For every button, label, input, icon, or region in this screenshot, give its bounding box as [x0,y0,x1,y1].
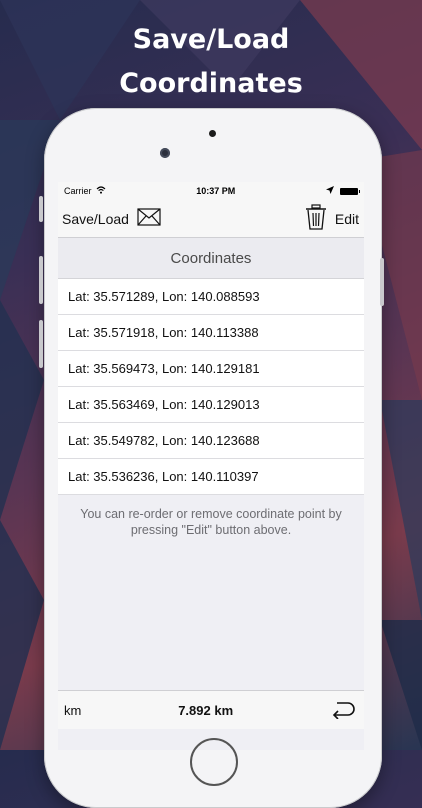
app-screen: Carrier 10:37 PM Save/Load Edit Coordina… [58,182,364,750]
coordinates-section-title: Coordinates [58,238,364,279]
coordinate-row[interactable]: Lat: 35.563469, Lon: 140.129013 [58,387,364,423]
battery-icon [339,187,360,195]
phone-volume-down [39,320,43,368]
envelope-icon[interactable] [137,208,161,229]
save-load-button[interactable]: Save/Load [62,211,129,227]
phone-camera [160,148,170,158]
help-note: You can re-order or remove coordinate po… [80,507,342,537]
phone-power-button [380,258,384,306]
total-distance: 7.892 km [178,702,234,718]
coordinate-row[interactable]: Lat: 35.569473, Lon: 140.129181 [58,351,364,387]
edit-button[interactable]: Edit [335,211,359,227]
headline-line-2: Coordinates [119,68,303,99]
coordinate-row[interactable]: Lat: 35.571289, Lon: 140.088593 [58,279,364,315]
phone-speaker [209,130,216,137]
phone-mute-switch [39,196,43,222]
unit-selector[interactable]: km [64,703,81,718]
coordinate-row[interactable]: Lat: 35.536236, Lon: 140.110397 [58,459,364,495]
phone-home-button [190,738,238,786]
promo-headline: Save/Load Coordinates [0,18,422,106]
status-bar: Carrier 10:37 PM [58,182,364,200]
coordinate-list: Lat: 35.571289, Lon: 140.088593 Lat: 35.… [58,279,364,495]
headline-line-1: Save/Load [132,24,290,55]
trash-icon[interactable] [305,204,327,233]
coordinate-row[interactable]: Lat: 35.571918, Lon: 140.113388 [58,315,364,351]
phone-volume-up [39,256,43,304]
status-time: 10:37 PM [196,186,236,196]
location-arrow-icon [325,186,334,196]
coordinate-row[interactable]: Lat: 35.549782, Lon: 140.123688 [58,423,364,459]
wifi-icon [96,186,106,196]
bottom-bar: km 7.892 km [58,690,364,729]
top-toolbar: Save/Load Edit [58,200,364,238]
undo-arrow-icon[interactable] [330,699,356,722]
carrier-label: Carrier [64,186,92,196]
